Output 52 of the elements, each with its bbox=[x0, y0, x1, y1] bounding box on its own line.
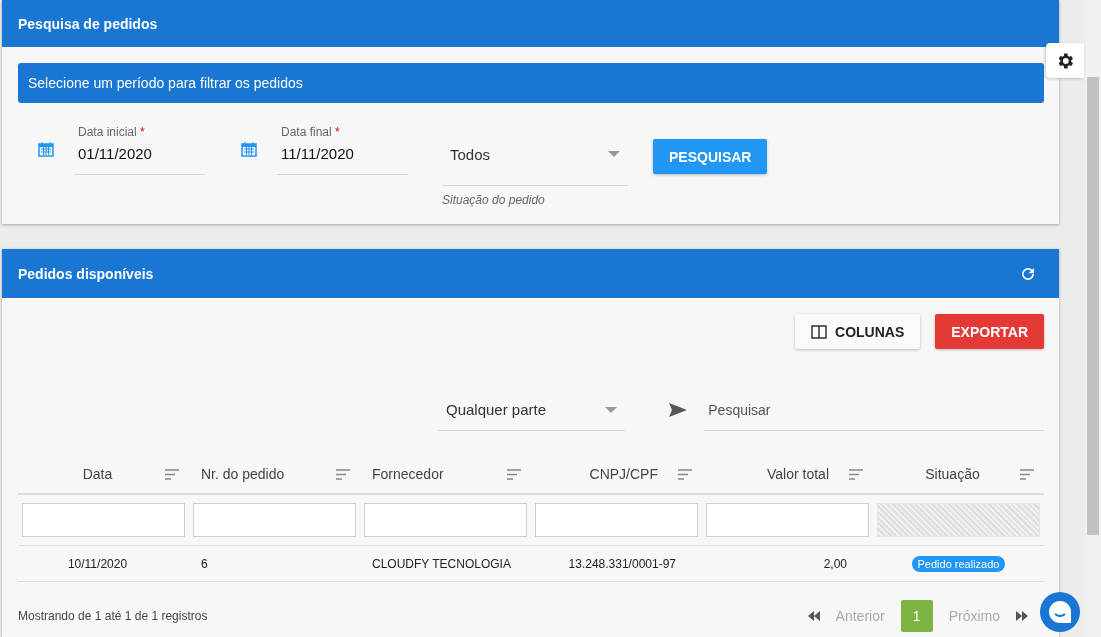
field-hint: Situação do pedido bbox=[442, 193, 546, 207]
settings-tab[interactable] bbox=[1046, 43, 1084, 78]
card-title: Pedidos disponíveis bbox=[18, 265, 154, 282]
sort-icon[interactable] bbox=[165, 468, 179, 480]
column-header[interactable]: Valor total bbox=[767, 466, 829, 482]
caret-icon bbox=[608, 151, 620, 157]
chat-button[interactable] bbox=[1040, 592, 1080, 632]
table-cell-text: 10/11/2020 bbox=[66, 556, 129, 571]
columns-button[interactable]: COLUNAS bbox=[795, 314, 921, 349]
table-cell-text: 13.248.331/0001-97 bbox=[567, 556, 677, 571]
records-info: Mostrando de 1 até 1 de 1 registros bbox=[18, 609, 208, 623]
filter-field[interactable] bbox=[22, 503, 185, 537]
sort-icon[interactable] bbox=[507, 468, 521, 480]
calendar-icon bbox=[241, 141, 257, 157]
first-page-icon[interactable] bbox=[807, 611, 820, 621]
field-value: 11/11/2020 bbox=[281, 145, 355, 162]
field-label: Data final * bbox=[281, 125, 341, 139]
export-button[interactable]: EXPORTAR bbox=[935, 314, 1044, 349]
column-header[interactable]: CNPJ/CPF bbox=[589, 466, 658, 482]
sort-icon[interactable] bbox=[849, 468, 863, 480]
filter-field[interactable] bbox=[535, 503, 698, 537]
caret-icon bbox=[605, 406, 618, 413]
column-header[interactable]: Situação bbox=[925, 466, 980, 482]
card-title: Pesquisa de pedidos bbox=[18, 15, 158, 32]
status-dropdown[interactable]: Todos bbox=[442, 123, 628, 186]
column-header[interactable]: Fornecedor bbox=[372, 466, 444, 482]
date-field[interactable]: Data final * 11/11/2020 bbox=[277, 123, 408, 175]
send-icon bbox=[669, 403, 688, 417]
date-field[interactable]: Data inicial * 01/11/2020 bbox=[74, 123, 205, 175]
columns-icon bbox=[811, 324, 827, 339]
field-label: Data inicial * bbox=[78, 125, 146, 139]
search-field[interactable]: Pesquisar bbox=[704, 389, 1044, 431]
table-cell-text: CLOUDFY TECNOLOGIA bbox=[371, 556, 512, 571]
filter-field[interactable] bbox=[364, 503, 527, 537]
calendar-icon bbox=[38, 141, 54, 157]
table-cell-text: 6 bbox=[200, 556, 209, 571]
filter-field[interactable] bbox=[706, 503, 869, 537]
table-cell-text: 2,00 bbox=[822, 556, 848, 571]
filter-field[interactable] bbox=[193, 503, 356, 537]
sort-icon[interactable] bbox=[678, 468, 692, 480]
column-header[interactable]: Nr. do pedido bbox=[201, 466, 285, 482]
info-banner: Selecione um período para filtrar os pedidos bbox=[18, 63, 1044, 103]
column-header[interactable]: Data bbox=[82, 466, 113, 482]
field-value: 01/11/2020 bbox=[78, 145, 153, 162]
chat-icon bbox=[1047, 599, 1073, 625]
sort-icon[interactable] bbox=[336, 468, 350, 480]
last-page-icon[interactable] bbox=[1016, 611, 1028, 621]
scrollbar[interactable] bbox=[1085, 0, 1101, 637]
sort-icon[interactable] bbox=[1020, 468, 1034, 480]
status-badge: Pedido realizado bbox=[911, 555, 1006, 572]
scrollbar-thumb[interactable] bbox=[1087, 77, 1099, 535]
match-dropdown[interactable]: Qualquer parte bbox=[438, 389, 626, 431]
